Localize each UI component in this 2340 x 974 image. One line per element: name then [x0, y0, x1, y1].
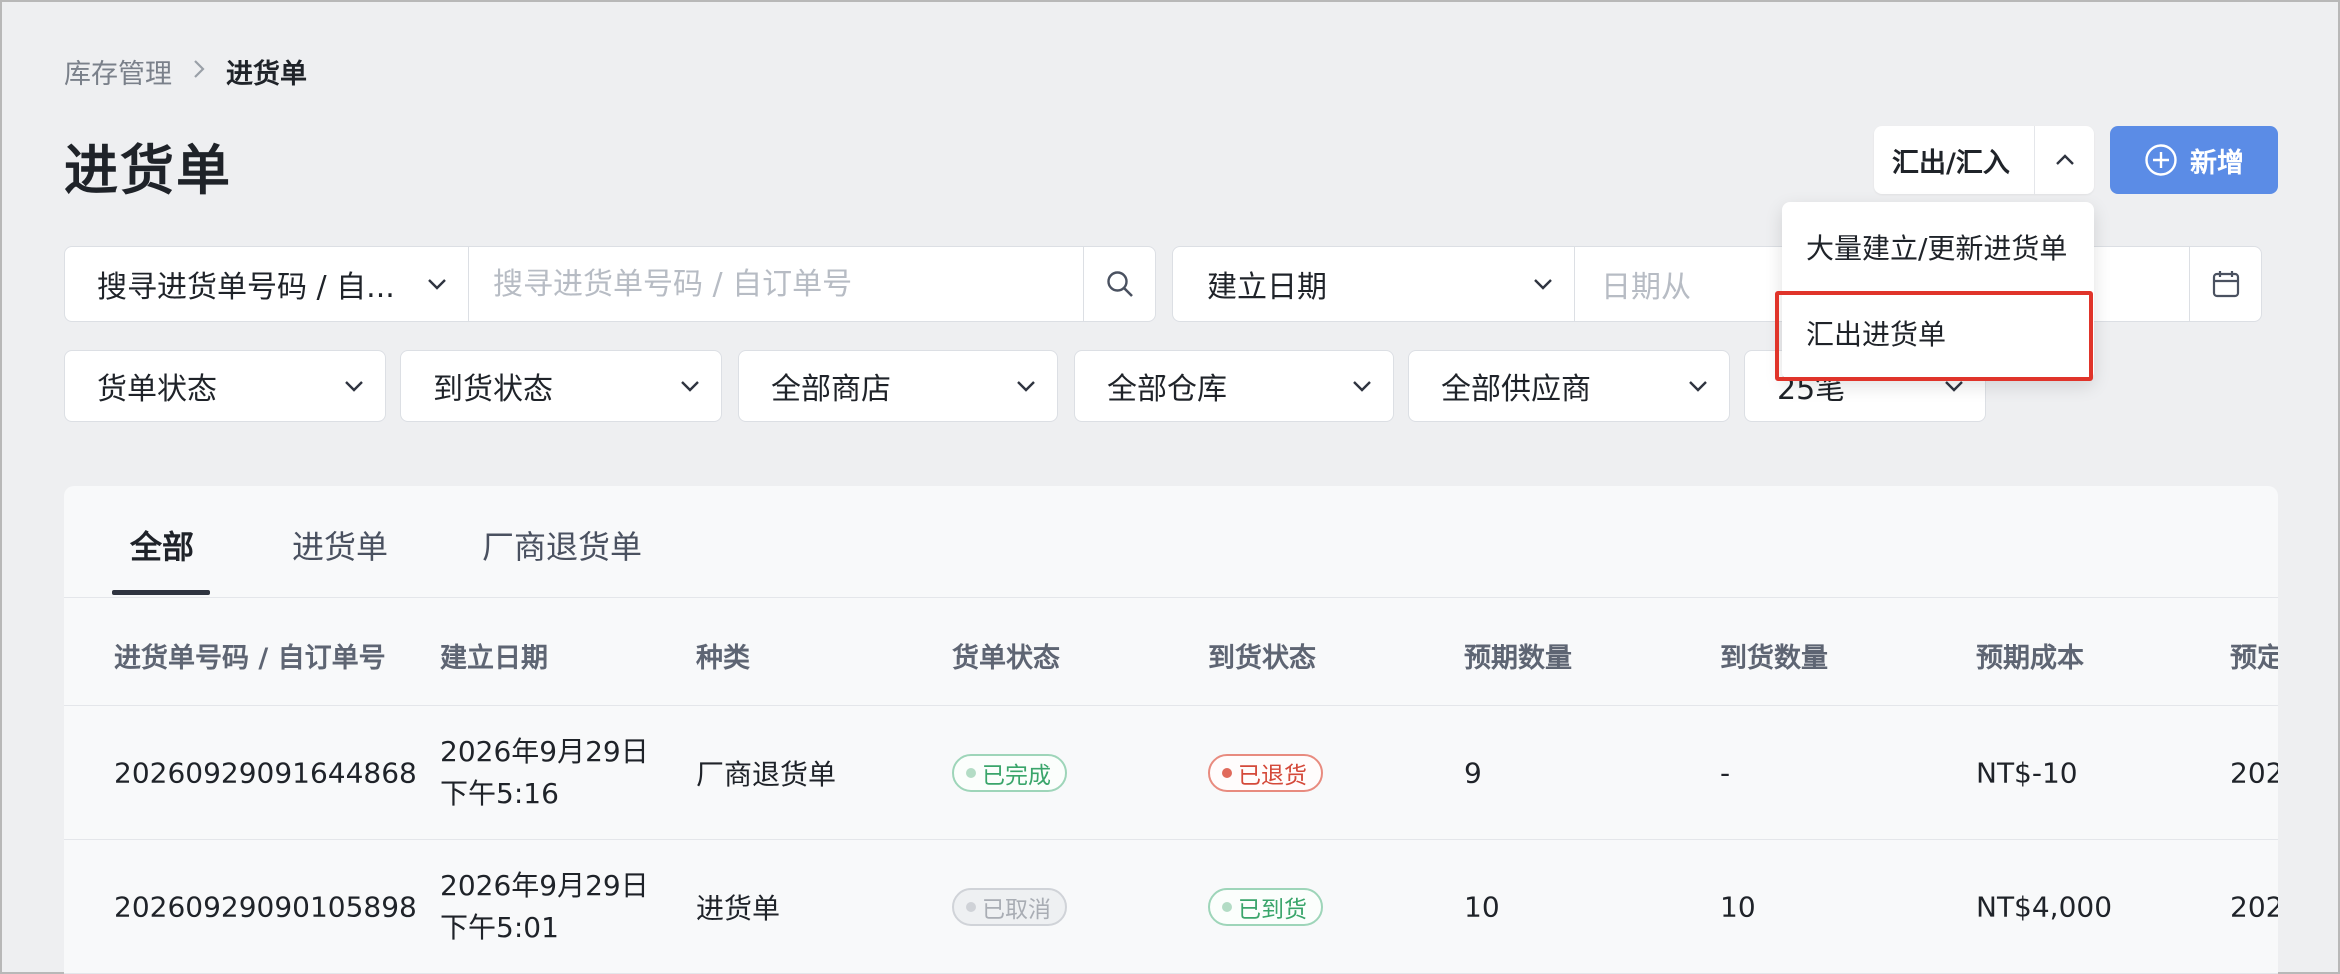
status-dot-icon [1222, 901, 1232, 912]
supplier-filter[interactable]: 全部供应商 [1408, 350, 1730, 422]
cell-date-line1: 2026年9月29日 [440, 734, 649, 768]
column-header-arrival-status[interactable]: 到货状态 [1208, 636, 1316, 675]
warehouse-filter-value: 全部仓库 [1107, 372, 1227, 407]
tab-vendor-returns[interactable]: 厂商退货单 [482, 522, 642, 568]
tab-purchase-orders[interactable]: 进货单 [292, 522, 388, 568]
status-dot-icon [966, 901, 976, 912]
tabs: 全部 进货单 厂商退货单 [64, 486, 2278, 598]
order-status-filter-value: 货单状态 [97, 372, 217, 407]
menu-item-export-purchase-orders[interactable]: 汇出进货单 [1782, 302, 2094, 364]
supplier-filter-value: 全部供应商 [1441, 372, 1591, 407]
calendar-icon [2212, 271, 2239, 298]
status-badge-label: 已退货 [1238, 762, 1307, 789]
page-title: 进货单 [64, 139, 232, 202]
add-button-label: 新增 [2190, 147, 2244, 179]
arrival-status-filter-value: 到货状态 [433, 372, 553, 407]
date-field-select-value: 建立日期 [1207, 270, 1327, 305]
export-import-menu: 大量建立/更新进货单 汇出进货单 [1782, 202, 2094, 380]
column-header-received-qty[interactable]: 到货数量 [1720, 636, 1828, 675]
cell-number[interactable]: 20260929090105898 [114, 890, 417, 923]
breadcrumb-parent-link[interactable]: 库存管理 [64, 52, 172, 91]
chevron-down-icon [1017, 381, 1035, 392]
column-header-type[interactable]: 种类 [696, 636, 750, 675]
tab-all[interactable]: 全部 [130, 522, 194, 568]
date-filter-group: 建立日期 日期从 [1172, 246, 2262, 322]
table-row[interactable]: 20260929091644868 2026年9月29日 下午5:16 厂商退货… [64, 706, 2278, 840]
warehouse-filter[interactable]: 全部仓库 [1074, 350, 1394, 422]
cell-scheduled: 202 [2230, 756, 2278, 789]
status-badge: 已完成 [952, 753, 1067, 792]
table-header: 进货单号码 / 自订单号 建立日期 种类 货单状态 到货状态 预期数量 到货数量… [64, 598, 2278, 706]
store-filter[interactable]: 全部商店 [738, 350, 1058, 422]
cell-expected-cost: NT$4,000 [1976, 890, 2113, 923]
search-button[interactable] [1083, 247, 1155, 321]
store-filter-value: 全部商店 [771, 372, 891, 407]
menu-item-bulk-create-update[interactable]: 大量建立/更新进货单 [1782, 216, 2094, 278]
status-badge: 已退货 [1208, 753, 1323, 792]
arrival-status-filter[interactable]: 到货状态 [400, 350, 722, 422]
cell-expected-qty: 9 [1464, 756, 1482, 789]
order-status-filter[interactable]: 货单状态 [64, 350, 386, 422]
chevron-down-icon [345, 381, 363, 392]
cell-received-qty: 10 [1720, 890, 1756, 923]
purchase-orders-card: 全部 进货单 厂商退货单 进货单号码 / 自订单号 建立日期 种类 货单状态 到… [64, 486, 2278, 974]
chevron-up-icon[interactable] [2034, 126, 2094, 194]
cell-created-date: 2026年9月29日 下午5:01 [440, 865, 649, 949]
plus-circle-icon [2145, 144, 2177, 176]
status-badge-label: 已取消 [982, 896, 1051, 923]
column-header-created-date[interactable]: 建立日期 [440, 636, 548, 675]
cell-date-line2: 下午5:01 [440, 910, 559, 944]
column-header-order-status[interactable]: 货单状态 [952, 636, 1060, 675]
status-badge-label: 已完成 [982, 762, 1051, 789]
cell-date-line2: 下午5:16 [440, 776, 559, 810]
cell-number[interactable]: 20260929091644868 [114, 756, 417, 789]
search-field-select-value: 搜寻进货单号码 / 自... [97, 270, 395, 305]
export-import-label: 汇出/汇入 [1892, 147, 2010, 179]
cell-expected-qty: 10 [1464, 890, 1500, 923]
export-import-button[interactable]: 汇出/汇入 [1874, 126, 2094, 194]
chevron-down-icon [1945, 381, 1963, 392]
chevron-down-icon [428, 279, 446, 290]
calendar-button[interactable] [2189, 247, 2261, 321]
cell-type: 厂商退货单 [696, 757, 837, 791]
cell-received-qty: - [1720, 756, 1731, 789]
table-row[interactable]: 20260929090105898 2026年9月29日 下午5:01 进货单 … [64, 840, 2278, 974]
cell-created-date: 2026年9月29日 下午5:16 [440, 731, 649, 815]
status-dot-icon [966, 767, 976, 778]
cell-expected-cost: NT$-10 [1976, 756, 2078, 789]
chevron-right-icon [192, 58, 206, 86]
search-icon [1106, 271, 1133, 297]
chevron-down-icon [1689, 381, 1707, 392]
chevron-down-icon [681, 381, 699, 392]
date-field-select[interactable]: 建立日期 [1173, 247, 1575, 321]
tab-active-underline [112, 590, 210, 595]
breadcrumb: 库存管理 进货单 [64, 52, 307, 91]
breadcrumb-current: 进货单 [226, 59, 307, 90]
status-badge: 已到货 [1208, 887, 1323, 926]
chevron-down-icon [1534, 279, 1552, 290]
cell-type: 进货单 [696, 891, 781, 925]
status-badge: 已取消 [952, 887, 1067, 926]
column-header-expected-qty[interactable]: 预期数量 [1464, 636, 1572, 675]
cell-date-line1: 2026年9月29日 [440, 868, 649, 902]
status-dot-icon [1222, 767, 1232, 778]
add-button[interactable]: 新增 [2110, 126, 2278, 194]
search-input[interactable] [469, 247, 1083, 321]
status-badge-label: 已到货 [1238, 896, 1307, 923]
column-header-scheduled[interactable]: 预定 [2230, 636, 2278, 675]
search-field-select[interactable]: 搜寻进货单号码 / 自... [65, 247, 469, 321]
column-header-number[interactable]: 进货单号码 / 自订单号 [114, 636, 386, 675]
column-header-expected-cost[interactable]: 预期成本 [1976, 636, 2084, 675]
chevron-down-icon [1353, 381, 1371, 392]
cell-scheduled: 202 [2230, 890, 2278, 923]
search-group: 搜寻进货单号码 / 自... [64, 246, 1156, 322]
